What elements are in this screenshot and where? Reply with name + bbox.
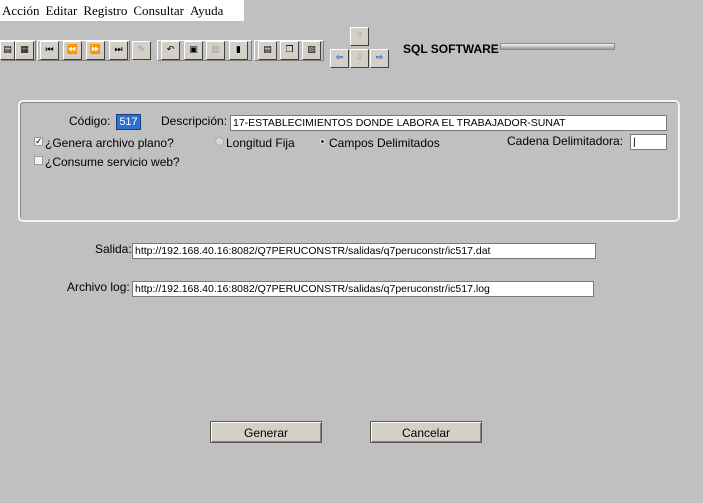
menu-ayuda[interactable]: Ayuda bbox=[188, 3, 227, 19]
longitud-fija-label: Longitud Fija bbox=[226, 136, 295, 150]
salida-field[interactable]: http://192.168.40.16:8082/Q7PERUCONSTR/s… bbox=[132, 243, 596, 259]
campos-delimitados-label: Campos Delimitados bbox=[329, 136, 440, 150]
first-record-icon[interactable]: ⏮ bbox=[40, 41, 59, 60]
menu-editar[interactable]: Editar bbox=[44, 3, 82, 19]
genera-archivo-label: ¿Genera archivo plano? bbox=[45, 136, 174, 150]
arrow-right-icon[interactable]: ⇨ bbox=[370, 49, 389, 68]
genera-archivo-checkbox[interactable]: ✓ bbox=[34, 137, 43, 146]
consume-servicio-label: ¿Consume servicio web? bbox=[45, 155, 180, 169]
cadena-delimitadora-field[interactable]: | bbox=[630, 134, 667, 150]
save-icon[interactable]: ▣ bbox=[184, 41, 203, 60]
prev-record-icon[interactable]: ⏪ bbox=[63, 41, 82, 60]
longitud-fija-radio[interactable] bbox=[215, 137, 224, 146]
menu-consultar[interactable]: Consultar bbox=[131, 3, 188, 19]
product-progress-bar bbox=[500, 43, 615, 50]
database-icon[interactable]: ▤ bbox=[0, 41, 15, 60]
codigo-label: Código: bbox=[69, 114, 111, 128]
database-select-icon[interactable]: ▦ bbox=[15, 41, 34, 60]
clipboard-icon[interactable]: ▤ bbox=[258, 41, 277, 60]
last-record-icon[interactable]: ⏭ bbox=[109, 41, 128, 60]
cadena-delimitadora-label: Cadena Delimitadora: bbox=[507, 134, 624, 148]
codigo-field[interactable]: 517 bbox=[116, 114, 141, 130]
archivo-log-label: Archivo log: bbox=[67, 280, 130, 294]
edit-icon[interactable]: ✎ bbox=[132, 41, 151, 60]
arrow-down-icon[interactable]: ⇩ bbox=[350, 49, 369, 68]
campos-delimitados-radio[interactable] bbox=[318, 137, 327, 146]
copy-icon[interactable]: ❐ bbox=[280, 41, 299, 60]
generar-button[interactable]: Generar bbox=[210, 421, 322, 443]
next-record-icon[interactable]: ⏩ bbox=[86, 41, 105, 60]
delete-icon[interactable]: ▥ bbox=[206, 41, 225, 60]
salida-label: Salida: bbox=[95, 242, 132, 256]
menu-registro[interactable]: Registro bbox=[81, 3, 131, 19]
archivo-log-field[interactable]: http://192.168.40.16:8082/Q7PERUCONSTR/s… bbox=[132, 281, 594, 297]
arrow-left-icon[interactable]: ⇦ bbox=[330, 49, 349, 68]
consume-servicio-checkbox[interactable] bbox=[34, 156, 43, 165]
menu-accion[interactable]: Acción bbox=[0, 3, 44, 19]
descripcion-label: Descripción: bbox=[161, 114, 228, 128]
descripcion-field[interactable]: 17-ESTABLECIMIENTOS DONDE LABORA EL TRAB… bbox=[230, 115, 667, 131]
arrow-up-icon[interactable]: ⇧ bbox=[350, 27, 369, 46]
report-icon[interactable]: ▧ bbox=[302, 41, 321, 60]
book-icon[interactable]: ▮ bbox=[229, 41, 248, 60]
menu-bar: Acción Editar Registro Consultar Ayuda bbox=[0, 0, 244, 21]
undo-icon[interactable]: ↶ bbox=[161, 41, 180, 60]
cancelar-button[interactable]: Cancelar bbox=[370, 421, 482, 443]
product-name: SQL SOFTWARE bbox=[403, 42, 499, 56]
